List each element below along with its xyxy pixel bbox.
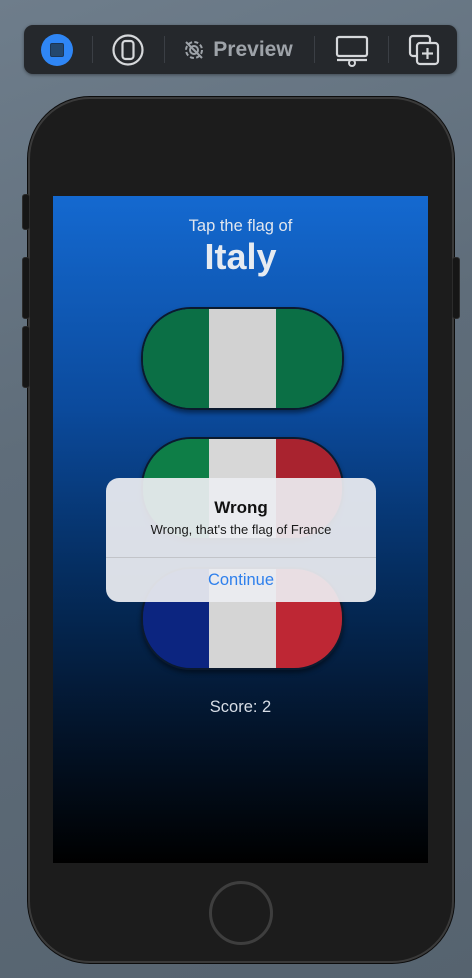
flag-stripe	[143, 309, 210, 408]
alert-message: Wrong, that's the flag of France	[150, 522, 332, 537]
volume-up-button	[22, 257, 30, 319]
prompt-text: Tap the flag of	[188, 217, 293, 235]
preview-settings-button[interactable]: Preview	[180, 25, 296, 74]
power-button	[452, 257, 460, 319]
wrong-answer-alert: Wrong Wrong, that's the flag of France C…	[106, 478, 376, 602]
alert-title: Wrong	[214, 498, 268, 517]
mute-switch	[22, 194, 30, 230]
device-icon	[112, 33, 144, 66]
preview-label: Preview	[213, 37, 293, 61]
toolbar-divider	[92, 36, 93, 63]
continue-button[interactable]: Continue	[106, 558, 376, 602]
duplicate-button[interactable]	[404, 25, 444, 74]
preview-settings-icon	[185, 40, 204, 59]
score-label: Score: 2	[209, 698, 272, 716]
display-icon	[335, 35, 369, 67]
home-button[interactable]	[209, 881, 273, 945]
duplicate-icon	[408, 34, 440, 65]
flag-button-1[interactable]	[141, 307, 344, 410]
live-preview-icon	[41, 33, 73, 66]
toolbar-divider	[164, 36, 165, 63]
device-button[interactable]	[110, 25, 146, 74]
country-name: Italy	[204, 236, 277, 277]
preview-toolbar: Preview	[24, 25, 457, 74]
live-preview-button[interactable]	[40, 25, 74, 74]
flag-stripe	[275, 309, 342, 408]
volume-down-button	[22, 326, 30, 388]
flag-stripe	[209, 309, 276, 408]
toolbar-divider	[388, 36, 389, 63]
toolbar-divider	[314, 36, 315, 63]
display-button[interactable]	[332, 25, 372, 74]
